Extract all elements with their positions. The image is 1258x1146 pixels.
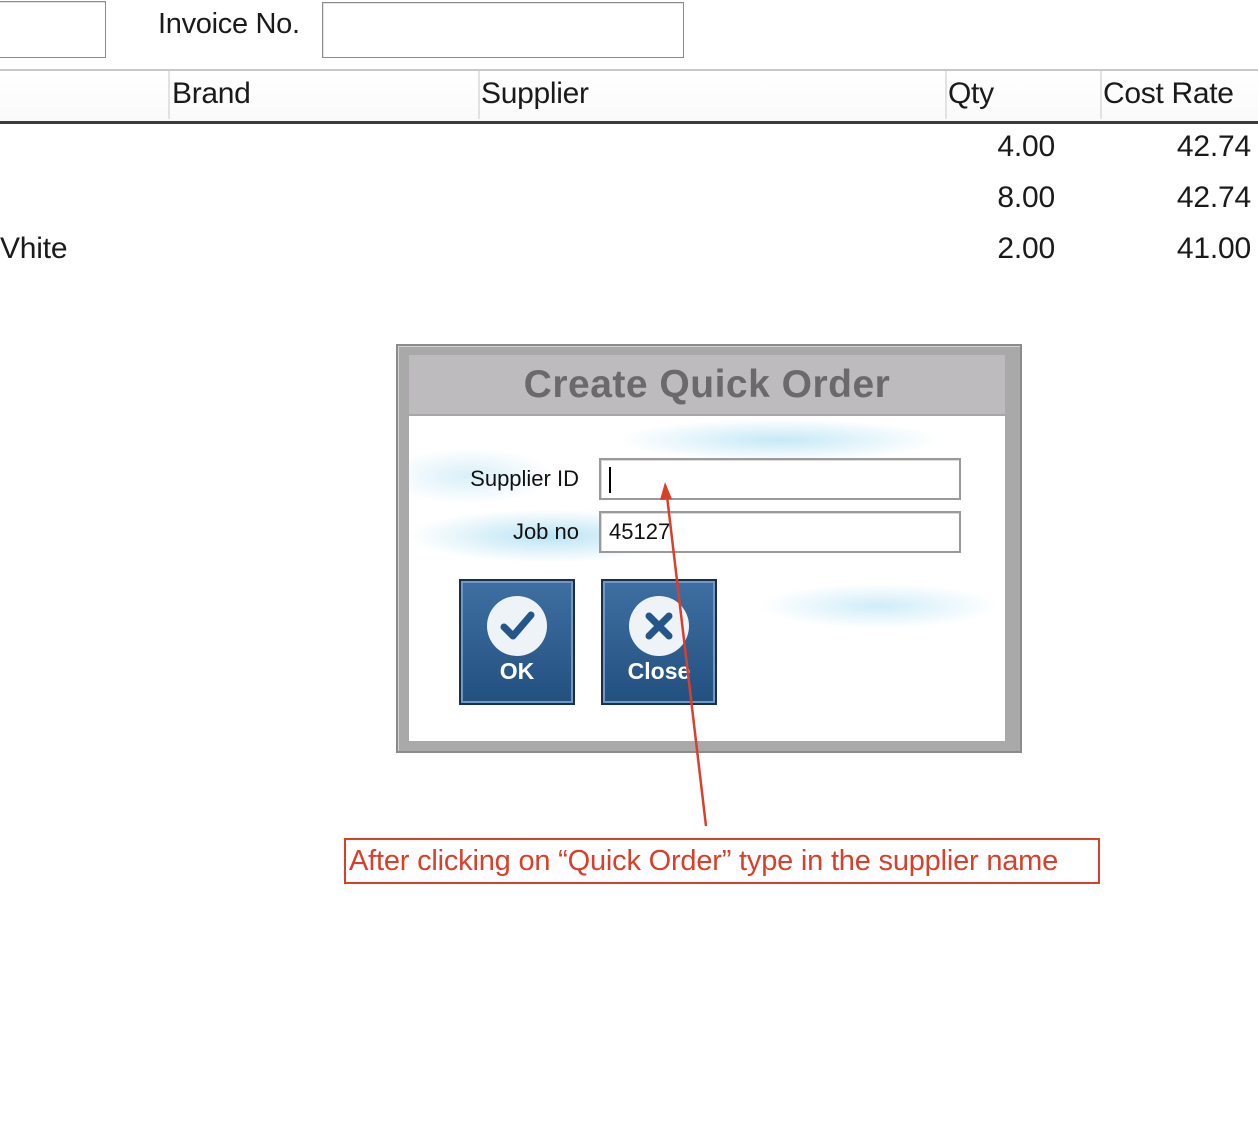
checkmark-icon — [487, 596, 547, 656]
annotation-callout: After clicking on “Quick Order” type in … — [344, 838, 1100, 884]
create-quick-order-dialog: Create Quick Order Supplier ID Job no 45… — [396, 344, 1022, 753]
item-name-cell: Vhite — [0, 232, 68, 265]
column-separator[interactable] — [1100, 71, 1102, 119]
cost-rate-cell: 41.00 — [1176, 232, 1251, 265]
invoice-no-input[interactable] — [322, 2, 684, 58]
job-no-input[interactable]: 45127 — [599, 511, 961, 553]
qty-cell: 2.00 — [997, 232, 1055, 265]
dialog-body: Supplier ID Job no 45127 OK Close — [409, 416, 1005, 741]
invoice-no-label: Invoice No. — [158, 8, 300, 40]
table-row[interactable]: 8.00 42.74 — [0, 176, 1258, 226]
column-header-cost-rate[interactable]: Cost Rate — [1103, 77, 1234, 111]
close-button-label: Close — [627, 658, 691, 684]
dialog-title: Create Quick Order — [523, 363, 891, 406]
ok-button[interactable]: OK — [459, 579, 575, 705]
column-separator[interactable] — [478, 71, 480, 119]
close-button[interactable]: Close — [601, 579, 717, 705]
job-no-value: 45127 — [609, 519, 671, 544]
previous-field-input[interactable] — [0, 1, 106, 58]
purchase-screen: Invoice No. Brand Supplier Qty Cost Rate… — [0, 0, 1258, 1146]
x-icon — [629, 596, 689, 656]
column-header-brand[interactable]: Brand — [172, 77, 251, 111]
cost-rate-cell: 42.74 — [1176, 130, 1251, 163]
column-separator[interactable] — [945, 71, 947, 119]
text-caret — [609, 467, 611, 493]
grid-header: Brand Supplier Qty Cost Rate — [0, 69, 1258, 124]
qty-cell: 4.00 — [997, 130, 1055, 163]
table-row[interactable]: 4.00 42.74 — [0, 125, 1258, 175]
supplier-id-label: Supplier ID — [470, 466, 579, 491]
table-row[interactable]: Vhite 2.00 41.00 — [0, 227, 1258, 277]
supplier-id-input[interactable] — [599, 458, 961, 500]
dialog-titlebar[interactable]: Create Quick Order — [409, 355, 1005, 416]
column-header-qty[interactable]: Qty — [948, 77, 994, 111]
job-no-label: Job no — [512, 519, 579, 544]
cost-rate-cell: 42.74 — [1176, 181, 1251, 214]
column-header-supplier[interactable]: Supplier — [481, 77, 589, 111]
column-separator[interactable] — [168, 71, 170, 119]
ok-button-label: OK — [499, 658, 535, 684]
qty-cell: 8.00 — [997, 181, 1055, 214]
